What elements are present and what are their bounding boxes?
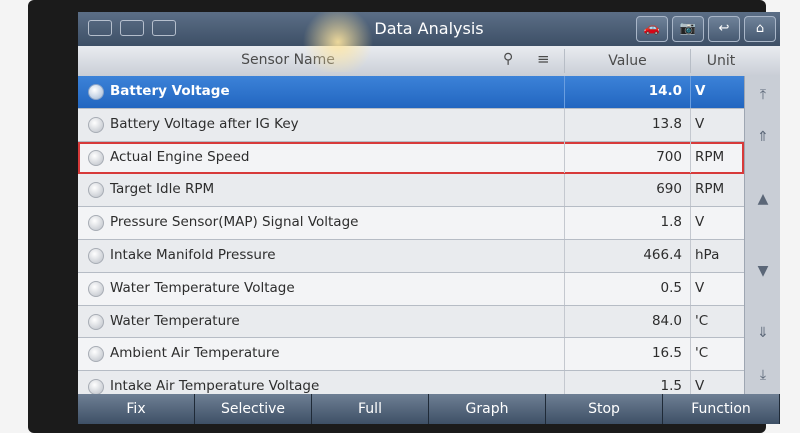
back-icon: ↩ xyxy=(718,21,730,36)
sensor-unit: RPM xyxy=(690,141,744,174)
table-header: Sensor Name ⚲ ≡ Value Unit xyxy=(78,46,780,76)
scroll-down-icon[interactable]: ▼ xyxy=(748,256,778,286)
vehicle-icon: 🚗 xyxy=(643,21,661,36)
sensor-table: Battery Voltage 14.0 V Battery Voltage a… xyxy=(78,76,744,404)
function-button[interactable]: Function xyxy=(663,394,780,424)
table-row[interactable]: Water Temperature 84.0 'C xyxy=(78,305,744,339)
capture-button[interactable]: 📷 xyxy=(672,16,704,42)
table-row[interactable]: Pressure Sensor(MAP) Signal Voltage 1.8 … xyxy=(78,207,744,240)
scroll-top-icon[interactable]: ⤒ xyxy=(748,80,778,110)
sensor-name: Battery Voltage xyxy=(110,83,230,99)
table-row[interactable]: Target Idle RPM 690 RPM xyxy=(78,174,744,208)
table-row[interactable]: Ambient Air Temperature 16.5 'C xyxy=(78,338,744,372)
menu-icon[interactable]: ≡ xyxy=(537,50,550,68)
sensor-value: 14.0 xyxy=(564,76,690,108)
sensor-name: Water Temperature Voltage xyxy=(110,279,295,296)
fix-button[interactable]: Fix xyxy=(78,394,195,424)
sensor-value: 690 xyxy=(564,174,690,207)
bottom-toolbar: Fix Selective Display Full Graph Stop Fu… xyxy=(78,394,780,424)
capture-icon: 📷 xyxy=(679,21,697,36)
sensor-unit: V xyxy=(690,76,744,108)
unit-header: Unit xyxy=(690,49,751,73)
row-radio[interactable] xyxy=(88,215,104,232)
page-down-icon[interactable]: ⇓ xyxy=(748,318,778,348)
row-radio[interactable] xyxy=(88,247,104,264)
page-up-icon[interactable]: ⇑ xyxy=(748,122,778,152)
back-button[interactable]: ↩ xyxy=(708,16,740,42)
sensor-value: 84.0 xyxy=(564,305,690,338)
stop-button[interactable]: Stop xyxy=(546,394,663,424)
sensor-name: Target Idle RPM xyxy=(110,181,215,198)
table-row[interactable]: Intake Manifold Pressure 466.4 hPa xyxy=(78,239,744,273)
sensor-unit: hPa xyxy=(690,239,744,272)
vehicle-button[interactable]: 🚗 xyxy=(636,16,668,42)
selective-display-button[interactable]: Selective Display xyxy=(195,394,312,424)
sensor-name: Actual Engine Speed xyxy=(110,148,250,165)
sensor-value: 13.8 xyxy=(564,108,690,141)
row-radio[interactable] xyxy=(88,379,104,396)
scroll-up-icon[interactable]: ▲ xyxy=(748,184,778,214)
sensor-name: Battery Voltage after IG Key xyxy=(110,115,299,132)
table-row[interactable]: Water Temperature Voltage 0.5 V xyxy=(78,272,744,306)
full-button[interactable]: Full xyxy=(312,394,429,424)
top-button-group: 🚗 📷 ↩ ⌂ xyxy=(636,16,776,42)
home-icon: ⌂ xyxy=(755,21,765,36)
sensor-name: Ambient Air Temperature xyxy=(110,345,280,362)
home-button[interactable]: ⌂ xyxy=(744,16,776,42)
sensor-name: Intake Air Temperature Voltage xyxy=(110,378,320,395)
table-row[interactable]: Battery Voltage 14.0 V xyxy=(78,76,744,109)
sensor-unit: V xyxy=(690,108,744,141)
table-row[interactable]: Battery Voltage after IG Key 13.8 V xyxy=(78,108,744,142)
sensor-name: Pressure Sensor(MAP) Signal Voltage xyxy=(110,214,359,231)
value-header: Value xyxy=(564,49,690,73)
row-radio[interactable] xyxy=(88,346,104,363)
row-radio[interactable] xyxy=(88,280,104,297)
device-frame: Data Analysis 🚗 📷 ↩ ⌂ Sensor Name ⚲ ≡ Va… xyxy=(28,0,780,433)
title-bar: Data Analysis 🚗 📷 ↩ ⌂ xyxy=(78,12,780,46)
row-radio[interactable] xyxy=(88,84,104,100)
sensor-unit: V xyxy=(690,207,744,239)
table-row[interactable]: Actual Engine Speed 700 RPM xyxy=(78,141,744,175)
graph-button[interactable]: Graph xyxy=(429,394,546,424)
sensor-unit: V xyxy=(690,272,744,305)
sensor-name: Water Temperature xyxy=(110,312,240,329)
sensor-unit: 'C xyxy=(690,338,744,371)
search-icon[interactable]: ⚲ xyxy=(503,51,513,67)
row-radio[interactable] xyxy=(88,116,104,133)
row-radio[interactable] xyxy=(88,182,104,199)
scanner-screen: Data Analysis 🚗 📷 ↩ ⌂ Sensor Name ⚲ ≡ Va… xyxy=(78,12,780,424)
scrollbar[interactable]: ⤒ ⇑ ▲ ▼ ⇓ ⤓ xyxy=(744,76,780,394)
sensor-value: 0.5 xyxy=(564,272,690,305)
sensor-value: 1.8 xyxy=(564,207,690,239)
sensor-name-header[interactable]: Sensor Name xyxy=(78,52,498,68)
sensor-unit: 'C xyxy=(690,305,744,338)
row-radio[interactable] xyxy=(88,149,104,166)
sensor-name: Intake Manifold Pressure xyxy=(110,246,276,263)
sensor-value: 466.4 xyxy=(564,239,690,272)
row-radio[interactable] xyxy=(88,313,104,330)
sensor-unit: RPM xyxy=(690,174,744,207)
sensor-value: 700 xyxy=(564,141,690,174)
sensor-value: 16.5 xyxy=(564,338,690,371)
scroll-bottom-icon[interactable]: ⤓ xyxy=(748,360,778,390)
